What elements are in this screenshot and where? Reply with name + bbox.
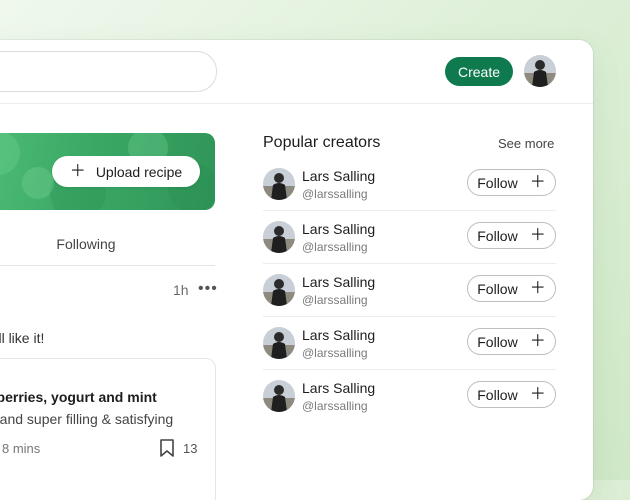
post-timestamp: 1h (173, 282, 189, 298)
post-text: u'll like it! (0, 330, 45, 346)
plus-icon: ＋ (529, 332, 546, 350)
creator-handle: @larssalling (302, 346, 368, 360)
recipe-description: n and super filling & satisfying (0, 411, 174, 427)
plus-icon: ＋ (529, 226, 546, 244)
creator-handle: @larssalling (302, 293, 368, 307)
avatar[interactable] (263, 168, 295, 200)
creator-name: Lars Salling (302, 168, 376, 184)
plus-icon: ＋ (529, 279, 546, 297)
follow-button[interactable]: Follow ＋ (467, 381, 556, 408)
user-avatar[interactable] (524, 55, 556, 87)
follow-button[interactable]: Follow ＋ (467, 275, 556, 302)
more-dots-icon[interactable]: ••• (198, 280, 218, 298)
bookmark-count: 13 (183, 441, 198, 456)
upload-recipe-label: Upload recipe (95, 163, 183, 180)
recipe-title: nberries, yogurt and mint (0, 389, 157, 405)
follow-label: Follow (477, 280, 518, 297)
creator-row: Lars Salling @larssalling Follow ＋ (263, 370, 556, 423)
follow-label: Follow (477, 333, 518, 350)
follow-button[interactable]: Follow ＋ (467, 222, 556, 249)
avatar[interactable] (263, 380, 295, 412)
creator-row: Lars Salling @larssalling Follow ＋ (263, 317, 556, 370)
follow-button[interactable]: Follow ＋ (467, 169, 556, 196)
recipe-card[interactable] (0, 358, 216, 500)
creator-handle: @larssalling (302, 399, 368, 413)
plus-icon: ＋ (529, 385, 546, 403)
avatar[interactable] (263, 221, 295, 253)
follow-label: Follow (477, 386, 518, 403)
follow-label: Follow (477, 227, 518, 244)
avatar[interactable] (263, 274, 295, 306)
create-button[interactable]: Create (445, 57, 513, 86)
plus-icon: ＋ (69, 162, 86, 180)
plus-icon: ＋ (529, 173, 546, 191)
creator-name: Lars Salling (302, 380, 376, 396)
creator-name: Lars Salling (302, 327, 376, 343)
tabs-divider (0, 265, 215, 266)
follow-button[interactable]: Follow ＋ (467, 328, 556, 355)
avatar[interactable] (263, 327, 295, 359)
upload-recipe-button[interactable]: ＋ Upload recipe (52, 156, 200, 187)
creator-row: Lars Salling @larssalling Follow ＋ (263, 158, 556, 211)
top-bar: Create (0, 40, 593, 104)
search-input[interactable] (0, 51, 217, 92)
popular-creators-title: Popular creators (263, 134, 381, 151)
tab-following[interactable]: Following (50, 236, 122, 252)
app-window: Create ＋ Upload recipe Following 1h ••• … (0, 40, 593, 500)
creator-handle: @larssalling (302, 240, 368, 254)
creator-row: Lars Salling @larssalling Follow ＋ (263, 264, 556, 317)
see-more-link[interactable]: See more (498, 136, 554, 151)
recipe-cook-time: 8 mins (2, 441, 41, 456)
bookmark-icon[interactable] (159, 439, 175, 457)
creator-row: Lars Salling @larssalling Follow ＋ (263, 211, 556, 264)
creator-name: Lars Salling (302, 274, 376, 290)
creator-handle: @larssalling (302, 187, 368, 201)
follow-label: Follow (477, 174, 518, 191)
creator-name: Lars Salling (302, 221, 376, 237)
